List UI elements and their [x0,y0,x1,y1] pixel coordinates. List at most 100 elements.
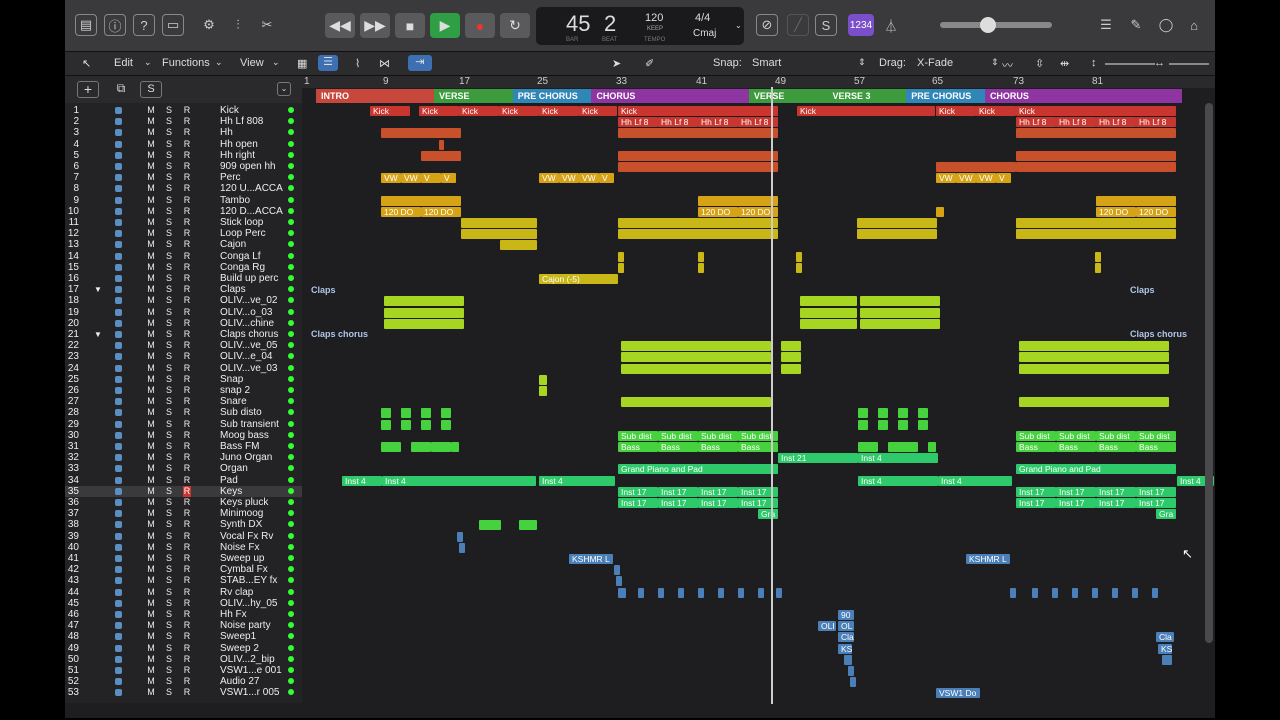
track-name[interactable]: Pad [220,475,238,486]
track-name[interactable]: Noise Fx [220,542,259,553]
region[interactable] [621,397,771,408]
track-row[interactable]: 2 M S R Hh Lf 808 [65,116,302,127]
track-on-indicator[interactable] [288,398,294,405]
mute-button[interactable]: M [147,519,155,530]
solo-button[interactable]: S [165,598,173,609]
region[interactable] [898,419,908,430]
solo-button[interactable]: S [165,531,173,542]
duplicate-track-icon[interactable]: ⧉ [110,81,132,98]
track-name[interactable]: Tambo [220,195,250,206]
help-icon[interactable]: ? [133,14,155,36]
region[interactable]: Inst 17 [618,486,658,497]
region[interactable]: VW [381,173,401,184]
solo-button[interactable]: S [165,665,173,676]
region[interactable] [698,195,778,206]
mute-button[interactable]: M [147,273,155,284]
record-enable-button[interactable]: R [183,485,191,497]
region[interactable] [621,341,771,352]
region[interactable]: Sub dist [1016,430,1056,441]
lcd-display[interactable]: 45 2 BAR BEAT 120 KEEP TEMPO 4/4 Cmaj ⌄ [536,7,744,45]
chevron-down-icon[interactable]: ⌄ [277,82,291,96]
region[interactable]: Sub dist [1056,430,1096,441]
record-enable-button[interactable]: R [183,172,191,183]
record-enable-button[interactable]: R [183,598,191,609]
region[interactable] [800,318,857,329]
region[interactable] [1019,363,1169,374]
record-enable-button[interactable]: R [183,374,191,385]
solo-button[interactable]: S [165,441,173,452]
region[interactable] [439,139,444,150]
region[interactable]: Kick [499,106,539,116]
region[interactable] [638,587,644,598]
solo-button[interactable]: S [165,195,173,206]
region[interactable] [758,587,764,598]
track-name[interactable]: Moog bass [220,430,269,441]
region[interactable]: Kick [1016,106,1176,116]
region[interactable] [878,408,888,419]
cycle-button[interactable]: ↻ [500,13,530,38]
track-row[interactable]: 30 M S R Moog bass [65,430,302,441]
track-row[interactable]: 24 M S R OLIV...ve_03 [65,363,302,374]
track-name[interactable]: OLIV...o_03 [220,307,272,318]
region[interactable] [844,654,852,665]
solo-button[interactable]: S [165,519,173,530]
track-row[interactable]: 19 M S R OLIV...o_03 [65,307,302,318]
marker-intro[interactable]: INTRO [316,89,435,103]
marker-pre-chorus[interactable]: PRE CHORUS [906,89,985,103]
stop-button[interactable]: ■ [395,13,425,38]
region[interactable] [479,520,501,531]
mute-button[interactable]: M [147,318,155,329]
track-name[interactable]: Organ [220,463,248,474]
region[interactable] [800,307,857,318]
mute-button[interactable]: M [147,329,155,340]
track-row[interactable]: 23 M S R OLIV...e_04 [65,351,302,362]
chevron-down-icon[interactable]: ⌄ [735,21,742,30]
region[interactable] [1019,397,1169,408]
track-row[interactable]: 13 M S R Cajon [65,239,302,250]
region[interactable]: 90 [838,610,854,620]
mute-button[interactable]: M [147,183,155,194]
region[interactable]: Grand Piano and Pad [1016,464,1176,475]
region[interactable]: VW [579,173,599,184]
track-on-indicator[interactable] [288,476,294,483]
track-on-indicator[interactable] [288,140,294,147]
region[interactable] [401,419,411,430]
region[interactable]: Gra [758,509,778,520]
mute-button[interactable]: M [147,419,155,430]
region[interactable]: Sub dist [1096,430,1136,441]
solo-button[interactable]: S [165,206,173,217]
region[interactable] [781,341,801,352]
record-enable-button[interactable]: R [183,631,191,642]
grid-view-icon[interactable]: ▦ [297,57,307,70]
record-enable-button[interactable]: R [183,463,191,474]
mute-button[interactable]: M [147,396,155,407]
record-enable-button[interactable]: R [183,441,191,452]
track-row[interactable]: 53 M S R VSW1...r 005 [65,687,302,698]
region[interactable] [441,419,451,430]
track-row[interactable]: 35 M S R Keys [65,485,302,497]
track-on-indicator[interactable] [288,342,294,349]
solo-button[interactable]: S [165,172,173,183]
region[interactable] [384,307,464,318]
track-row[interactable]: 36 M S R Keys pluck [65,497,302,508]
track-on-indicator[interactable] [288,297,294,304]
record-enable-button[interactable]: R [183,217,191,228]
track-on-indicator[interactable] [288,129,294,136]
track-name[interactable]: Cymbal Fx [220,564,268,575]
region[interactable]: Sub dist [658,430,698,441]
vertical-scrollbar[interactable] [1205,103,1213,643]
track-row[interactable]: 9 M S R Tambo [65,195,302,206]
record-enable-button[interactable]: R [183,497,191,508]
solo-button[interactable]: S [165,251,173,262]
track-row[interactable]: 1 M S R Kick [65,105,302,116]
record-enable-button[interactable]: R [183,508,191,519]
region[interactable]: Inst 4 [938,475,1012,486]
region[interactable]: Inst 4 [858,453,938,464]
region[interactable]: 120 DO [421,206,461,217]
mute-button[interactable]: M [147,441,155,452]
region[interactable] [614,565,620,576]
region[interactable] [857,229,937,240]
solo-button[interactable]: S [165,116,173,127]
track-name[interactable]: Keys [220,486,242,497]
region[interactable]: Inst 17 [1136,498,1176,508]
